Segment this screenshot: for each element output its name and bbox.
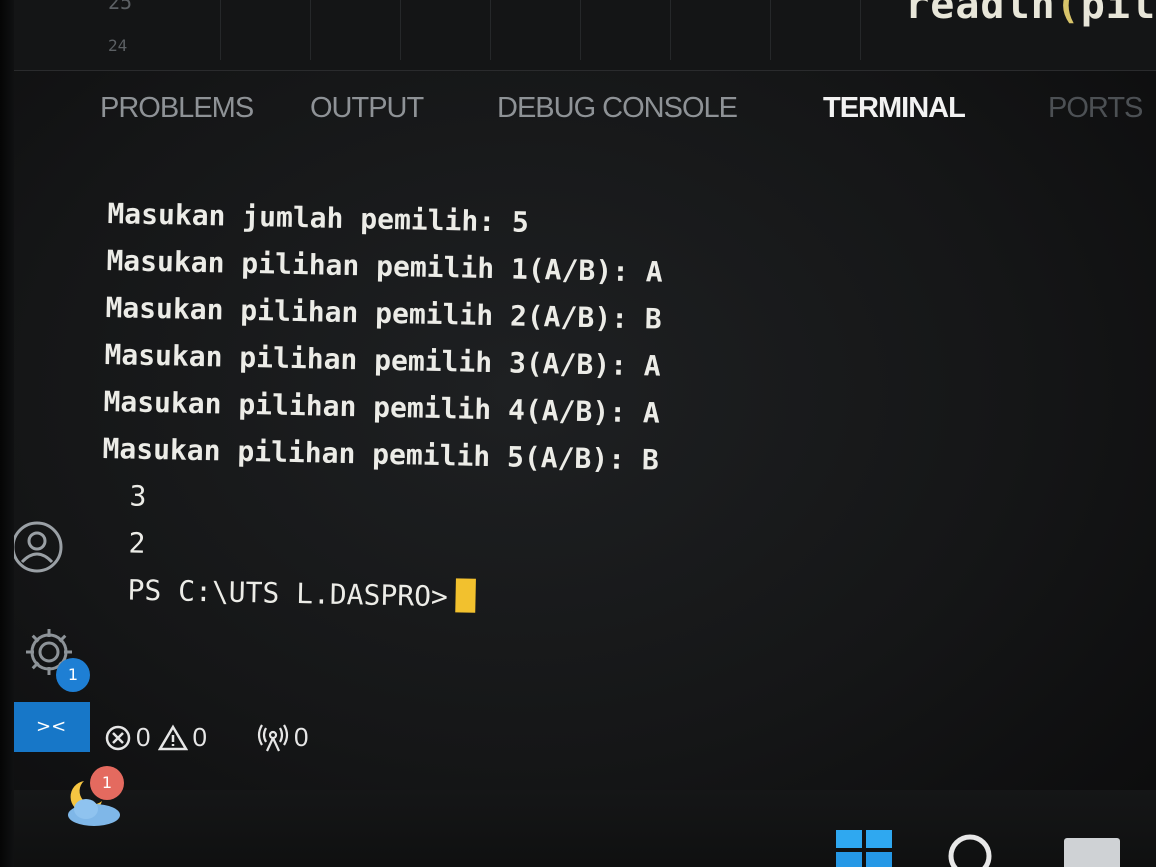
screen: 25 24 readln(pil PROBLEMS OUTPUT DEBUG C… xyxy=(0,0,1156,867)
code-text: readln(pil xyxy=(905,0,1156,28)
editor-guide xyxy=(860,0,861,60)
editor-guide xyxy=(580,0,581,60)
problems-status[interactable]: 0 0 xyxy=(104,722,207,753)
ports-count: 0 xyxy=(294,722,309,752)
tab-ports[interactable]: PORTS xyxy=(1048,92,1143,125)
tab-terminal[interactable]: TERMINAL xyxy=(823,92,966,125)
tab-problems[interactable]: PROBLEMS xyxy=(100,92,254,125)
editor-guide xyxy=(770,0,771,60)
account-icon[interactable] xyxy=(10,520,64,574)
terminal-output[interactable]: Masukan jumlah pemilih: 5 Masukan piliha… xyxy=(99,190,1008,632)
windows-start-icon[interactable] xyxy=(832,826,896,867)
line-number: 24 xyxy=(108,36,128,55)
editor-guide xyxy=(400,0,401,60)
line-number: 25 xyxy=(108,0,133,14)
error-count: 0 xyxy=(136,722,151,752)
taskbar-app-icon[interactable] xyxy=(1064,838,1120,867)
monitor-bezel xyxy=(0,0,14,867)
search-icon[interactable] xyxy=(944,830,996,867)
weather-badge: 1 xyxy=(90,766,124,800)
tab-output[interactable]: OUTPUT xyxy=(310,92,424,125)
editor-area[interactable]: 25 24 readln(pil xyxy=(0,0,1156,71)
editor-guide xyxy=(310,0,311,60)
settings-badge: 1 xyxy=(56,658,90,692)
ports-status[interactable]: 0 xyxy=(256,722,308,753)
editor-guide xyxy=(490,0,491,60)
terminal-prompt: PS C:\UTS L.DASPRO> xyxy=(127,573,449,614)
editor-guide xyxy=(670,0,671,60)
warning-triangle-icon xyxy=(158,724,189,750)
code-paren: ( xyxy=(1055,0,1081,28)
broadcast-icon xyxy=(257,723,289,751)
editor-guide xyxy=(220,0,221,60)
remote-button[interactable]: >< xyxy=(8,702,90,752)
error-circle-icon xyxy=(105,725,131,750)
terminal-cursor[interactable] xyxy=(455,578,477,613)
tab-debug-console[interactable]: DEBUG CONSOLE xyxy=(497,92,738,125)
panel-tabs: PROBLEMS OUTPUT DEBUG CONSOLE TERMINAL P… xyxy=(0,88,1156,138)
warning-count: 0 xyxy=(192,722,207,752)
remote-icon: >< xyxy=(36,716,67,737)
